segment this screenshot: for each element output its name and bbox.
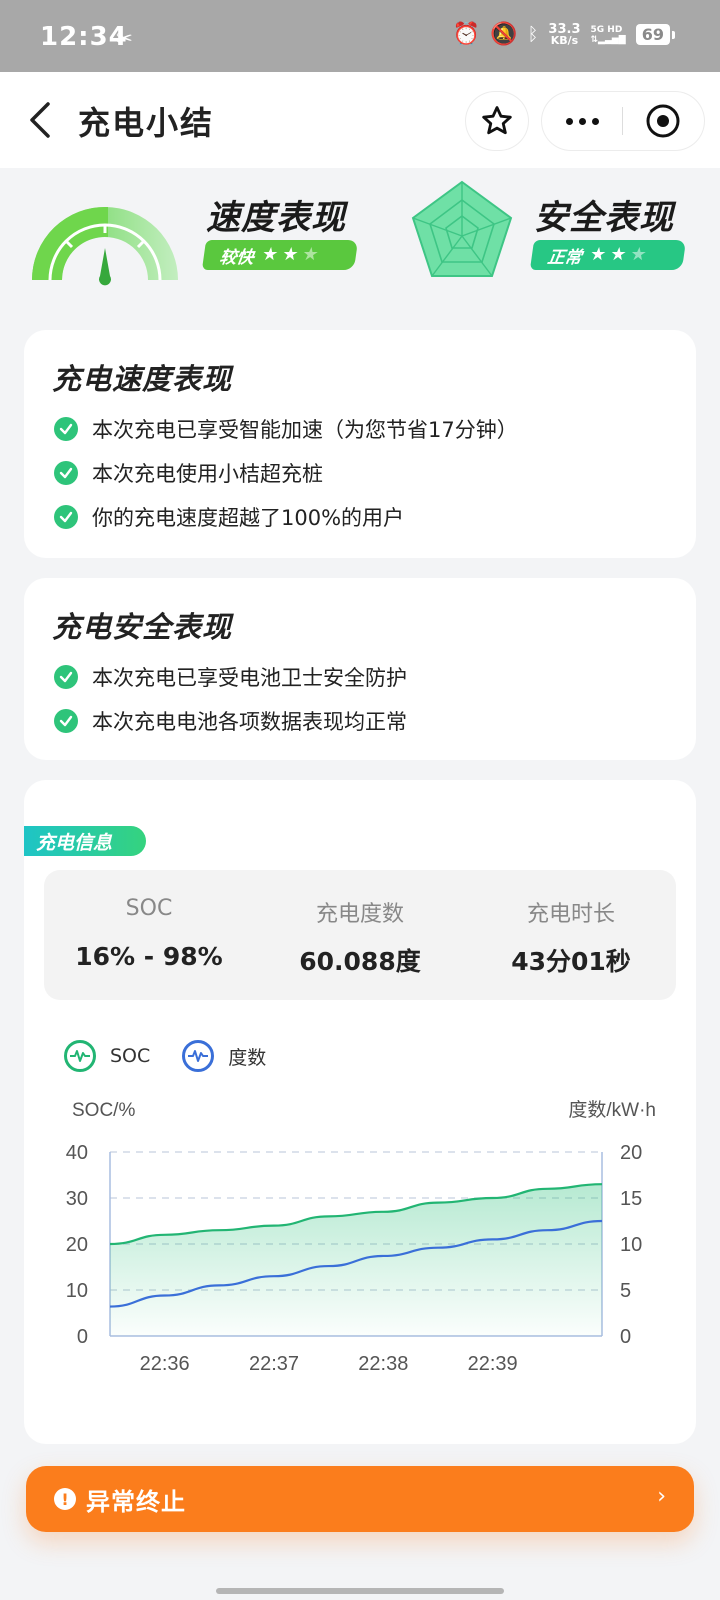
nav-header: 充电小结 bbox=[0, 72, 720, 168]
list-item: 本次充电电池各项数据表现均正常 bbox=[54, 706, 407, 736]
star-icon: ★ bbox=[280, 244, 300, 265]
status-bar: 12:34 ✂ ⏰ 🔕 ᛒ 33.3 KB/s 5G HD ⇅▂▃▅▇ 69 bbox=[0, 0, 720, 72]
legend-label: 度数 bbox=[228, 1046, 267, 1069]
list-item-text: 本次充电已享受电池卫士安全防护 bbox=[92, 666, 407, 690]
charging-chart: SOC/% 度数/kW·h 0 0 10 5 20 10 30 15 40 20 22:36 22:3… bbox=[66, 1100, 656, 1375]
list-item: 本次充电已享受电池卫士安全防护 bbox=[54, 662, 407, 692]
mini-program-capsule bbox=[542, 92, 704, 150]
y-right-tick-label: 5 bbox=[620, 1280, 631, 1302]
signal-icon: 5G HD ⇅▂▃▅▇ bbox=[590, 24, 626, 45]
speed-gauge-icon bbox=[31, 206, 178, 286]
safety-rating-label: 正常 bbox=[546, 247, 584, 268]
y-right-tick-label: 10 bbox=[620, 1234, 642, 1256]
stat-label: 充电度数 bbox=[315, 902, 404, 927]
speed-rating-label: 较快 bbox=[218, 247, 256, 268]
list-item: 本次充电已享受智能加速（为您节省17分钟） bbox=[54, 414, 518, 444]
stat-label: 充电时长 bbox=[526, 902, 615, 927]
legend-label: SOC bbox=[110, 1045, 151, 1067]
safety-radar-icon bbox=[411, 180, 513, 277]
star-icon bbox=[482, 106, 512, 135]
y-right-tick-label: 15 bbox=[620, 1188, 642, 1210]
check-icon bbox=[54, 417, 78, 441]
x-tick-label: 22:36 bbox=[140, 1353, 190, 1375]
y-left-axis-label: SOC/% bbox=[72, 1100, 135, 1121]
safety-performance-card: 充电安全表现 本次充电已享受电池卫士安全防护 本次充电电池各项数据表现均正常 bbox=[24, 578, 696, 760]
network-type: 5G HD bbox=[590, 24, 623, 35]
list-item-text: 你的充电速度超越了100%的用户 bbox=[92, 506, 405, 530]
safety-summary-title: 安全表现 bbox=[534, 198, 674, 238]
speed-performance-card: 充电速度表现 本次充电已享受智能加速（为您节省17分钟） 本次充电使用小桔超充桩… bbox=[24, 330, 696, 558]
home-indicator bbox=[216, 1588, 504, 1594]
speed-card-title: 充电速度表现 bbox=[52, 362, 233, 396]
y-left-tick-label: 40 bbox=[66, 1142, 88, 1164]
list-item-text: 本次充电已享受智能加速（为您节省17分钟） bbox=[92, 418, 518, 442]
favorite-button[interactable] bbox=[466, 92, 528, 150]
pulse-icon bbox=[182, 1040, 215, 1072]
y-left-tick-label: 20 bbox=[66, 1234, 88, 1256]
alarm-icon: ⏰ bbox=[452, 22, 481, 47]
check-icon bbox=[54, 461, 78, 485]
star-icon: ★ bbox=[588, 244, 608, 265]
back-icon[interactable] bbox=[24, 98, 64, 142]
y-right-tick-label: 0 bbox=[620, 1326, 631, 1348]
chart-legend: SOC 度数 bbox=[64, 1040, 284, 1072]
y-left-tick-label: 30 bbox=[66, 1188, 88, 1210]
stat-label: SOC bbox=[125, 896, 173, 921]
stat-value: 43分01秒 bbox=[511, 947, 631, 976]
speed-summary-title: 速度表现 bbox=[206, 198, 346, 238]
legend-energy[interactable]: 度数 bbox=[182, 1040, 266, 1072]
star-icon: ★ bbox=[260, 244, 280, 265]
scissor-icon: ✂ bbox=[116, 26, 133, 50]
target-icon bbox=[646, 104, 680, 138]
star-icon: ★ bbox=[300, 244, 320, 265]
y-left-tick-label: 0 bbox=[77, 1326, 88, 1348]
check-icon bbox=[54, 709, 78, 733]
charging-info-card: 充电信息 SOC 16% - 98% 充电度数 60.088度 充电时长 43分… bbox=[24, 780, 696, 1444]
list-item: 你的充电速度超越了100%的用户 bbox=[54, 502, 404, 532]
legend-soc[interactable]: SOC bbox=[64, 1040, 150, 1072]
alert-icon: ! bbox=[54, 1488, 76, 1510]
y-left-tick-label: 10 bbox=[66, 1280, 88, 1302]
star-icon: ★ bbox=[628, 244, 648, 265]
y-right-tick-label: 20 bbox=[620, 1142, 642, 1164]
speed-rating-badge: 较快 ★ ★ ★ bbox=[201, 240, 359, 270]
stat-value: 60.088度 bbox=[299, 947, 421, 976]
abnormal-label: 异常终止 bbox=[86, 1487, 186, 1516]
list-item-text: 本次充电使用小桔超充桩 bbox=[92, 462, 323, 486]
list-item: 本次充电使用小桔超充桩 bbox=[54, 458, 323, 488]
y-right-axis-label: 度数/kW·h bbox=[568, 1100, 656, 1121]
star-icon: ★ bbox=[608, 244, 628, 265]
network-speed-value: 33.3 bbox=[548, 21, 581, 37]
mute-icon: 🔕 bbox=[490, 22, 518, 47]
status-icons: ⏰ 🔕 ᛒ 33.3 KB/s 5G HD ⇅▂▃▅▇ 69 bbox=[452, 21, 676, 47]
close-miniprogram-button[interactable] bbox=[623, 92, 703, 150]
abnormal-termination-button[interactable]: ! 异常终止 › bbox=[26, 1466, 694, 1532]
chevron-right-icon: › bbox=[657, 1484, 666, 1509]
safety-rating-badge: 正常 ★ ★ ★ bbox=[529, 240, 687, 270]
list-item-text: 本次充电电池各项数据表现均正常 bbox=[92, 710, 407, 734]
x-tick-label: 22:39 bbox=[468, 1353, 518, 1375]
x-tick-label: 22:37 bbox=[249, 1353, 299, 1375]
x-tick-label: 22:38 bbox=[358, 1353, 408, 1375]
safety-card-title: 充电安全表现 bbox=[52, 610, 233, 644]
charging-info-tag: 充电信息 bbox=[24, 826, 146, 856]
stat-value: 16% - 98% bbox=[75, 942, 223, 971]
more-button[interactable] bbox=[542, 92, 622, 150]
check-icon bbox=[54, 505, 78, 529]
network-speed: 33.3 KB/s bbox=[548, 21, 581, 47]
pulse-icon bbox=[64, 1040, 96, 1072]
page-title: 充电小结 bbox=[78, 104, 215, 142]
stats-panel: SOC 16% - 98% 充电度数 60.088度 充电时长 43分01秒 bbox=[44, 870, 676, 1000]
battery-icon: 69 bbox=[635, 24, 676, 45]
network-speed-unit: KB/s bbox=[550, 33, 579, 47]
status-time: 12:34 bbox=[40, 22, 128, 52]
check-icon bbox=[54, 665, 78, 689]
summary-section: 速度表现 较快 ★ ★ ★ 安全表现 正常 ★ ★ ★ bbox=[0, 168, 720, 308]
bluetooth-icon: ᛒ bbox=[527, 24, 539, 45]
